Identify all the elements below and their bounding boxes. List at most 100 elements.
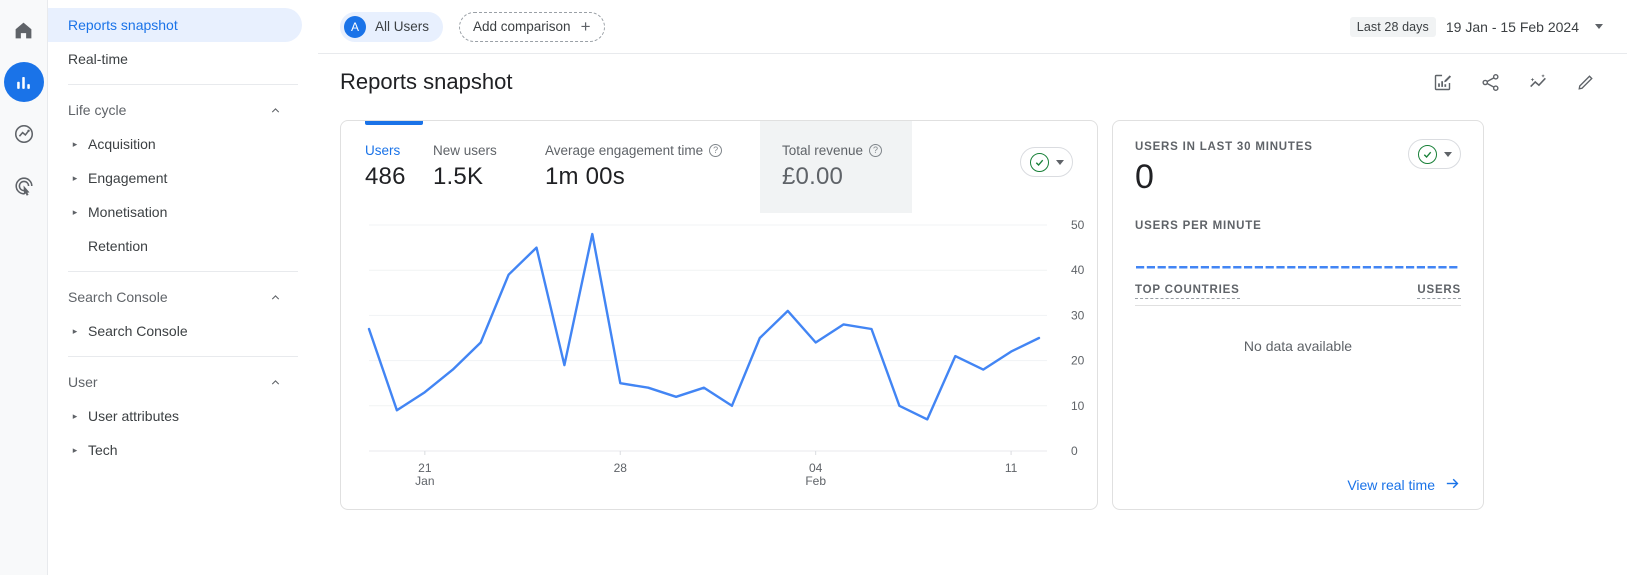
- sidebar-item-label: Engagement: [88, 170, 168, 186]
- sidebar-item-label: Real-time: [68, 51, 128, 67]
- sidebar-item-user-attributes[interactable]: ▸ User attributes: [48, 399, 302, 433]
- metric-tab-total-revenue[interactable]: Total revenue ? £0.00: [760, 121, 912, 213]
- sidebar-section-user[interactable]: User: [48, 365, 302, 399]
- metric-value: 1m 00s: [545, 163, 625, 190]
- metric-label: Total revenue: [782, 143, 864, 158]
- svg-text:30: 30: [1071, 308, 1085, 322]
- nav-divider-2: [68, 271, 298, 272]
- caret-right-icon: ▸: [72, 206, 78, 217]
- svg-text:28: 28: [614, 461, 628, 475]
- metric-label-row: Average engagement time ?: [545, 143, 760, 158]
- chevron-down-icon: [1595, 24, 1603, 29]
- sidebar-item-monetisation[interactable]: ▸ Monetisation: [48, 195, 302, 229]
- svg-text:04: 04: [809, 461, 823, 475]
- sidebar-item-label: Reports snapshot: [68, 17, 178, 33]
- top-countries-table-header: TOP COUNTRIES USERS: [1135, 284, 1461, 307]
- arrow-right-icon: [1444, 475, 1461, 495]
- reports-icon[interactable]: [3, 62, 44, 102]
- metric-label: New users: [433, 143, 497, 158]
- sidebar-item-reports-snapshot[interactable]: Reports snapshot: [48, 8, 302, 42]
- metric-tab-new-users[interactable]: New users 1.5K: [433, 121, 545, 191]
- sidebar-item-search-console[interactable]: ▸ Search Console: [48, 314, 302, 348]
- caret-right-icon: ▸: [72, 172, 78, 183]
- svg-text:Jan: Jan: [415, 474, 434, 488]
- analytics-app: Reports snapshot Real-time Life cycle ▸ …: [0, 0, 1627, 575]
- nav-divider-1: [68, 84, 298, 85]
- audience-chip-all-users[interactable]: A All Users: [340, 11, 444, 42]
- sidebar-section-life-cycle[interactable]: Life cycle: [48, 93, 302, 127]
- home-icon[interactable]: [4, 10, 44, 50]
- realtime-data-quality-badge[interactable]: [1408, 139, 1461, 169]
- sidebar-nav: Reports snapshot Real-time Life cycle ▸ …: [48, 0, 318, 575]
- caret-right-icon: ▸: [72, 325, 78, 336]
- date-preset-badge: Last 28 days: [1349, 16, 1436, 37]
- metric-tab-users[interactable]: Users 486: [341, 121, 433, 191]
- check-circle-icon: [1030, 152, 1049, 172]
- plus-icon: +: [580, 16, 591, 36]
- sidebar-item-label: User attributes: [88, 408, 180, 424]
- customise-report-icon[interactable]: [1425, 65, 1459, 99]
- explore-icon[interactable]: [4, 114, 44, 154]
- svg-text:40: 40: [1071, 263, 1085, 277]
- column-header-country: TOP COUNTRIES: [1135, 284, 1240, 300]
- realtime-card: USERS IN LAST 30 MINUTES 0 USERS PER MIN…: [1112, 120, 1484, 510]
- svg-text:21: 21: [418, 461, 432, 475]
- metric-tab-average-engagement-time[interactable]: Average engagement time ? 1m 00s: [545, 121, 760, 191]
- empty-state-message: No data available: [1243, 338, 1353, 355]
- sidebar-item-real-time[interactable]: Real-time: [48, 42, 302, 76]
- caret-right-icon: ▸: [72, 138, 78, 149]
- data-quality-badge[interactable]: [1020, 147, 1073, 177]
- users-overview-card: Users 486 New users 1.5K Average engagem…: [340, 120, 1098, 510]
- metric-label-row: Total revenue ?: [782, 143, 912, 158]
- sidebar-section-label: Life cycle: [68, 102, 127, 118]
- users-line-chart[interactable]: 0 10 20 30 40 50 21 Jan 28 04 Feb 11: [341, 213, 1097, 509]
- add-comparison-button[interactable]: Add comparison +: [459, 11, 605, 42]
- chevron-down-icon: [1444, 151, 1452, 157]
- sidebar-item-acquisition[interactable]: ▸ Acquisition: [48, 127, 302, 161]
- metric-label: Average engagement time: [545, 143, 704, 158]
- insights-icon[interactable]: [1521, 65, 1555, 99]
- add-comparison-label: Add comparison: [473, 19, 571, 34]
- metric-value: £0.00: [782, 163, 844, 190]
- view-real-time-link[interactable]: View real time: [1347, 475, 1461, 495]
- sidebar-section-search-console[interactable]: Search Console: [48, 280, 302, 314]
- svg-text:10: 10: [1071, 399, 1085, 413]
- main-content: A All Users Add comparison + Last 28 day…: [318, 0, 1627, 575]
- sidebar-section-label: User: [68, 374, 98, 390]
- chevron-down-icon: [1056, 159, 1064, 165]
- caret-right-icon: ▸: [72, 444, 78, 455]
- comparison-toolbar: A All Users Add comparison + Last 28 day…: [318, 0, 1627, 54]
- svg-text:11: 11: [1005, 461, 1018, 475]
- avatar: A: [344, 15, 366, 38]
- help-icon[interactable]: ?: [709, 144, 723, 157]
- users-per-minute-label: USERS PER MINUTE: [1135, 220, 1262, 233]
- sidebar-item-tech[interactable]: ▸ Tech: [48, 433, 302, 467]
- date-range-selector[interactable]: Last 28 days 19 Jan - 15 Feb 2024: [1349, 16, 1603, 37]
- date-range-text: 19 Jan - 15 Feb 2024: [1445, 18, 1579, 35]
- metric-value: 486: [365, 163, 406, 190]
- edit-icon[interactable]: [1569, 65, 1603, 99]
- icon-rail: [0, 0, 48, 575]
- caret-right-icon: ▸: [72, 410, 78, 421]
- sidebar-item-label: Monetisation: [88, 204, 168, 220]
- metric-label: Users: [365, 143, 401, 158]
- audience-chip-label: All Users: [375, 19, 430, 34]
- svg-text:50: 50: [1071, 218, 1085, 232]
- svg-text:0: 0: [1071, 444, 1078, 458]
- sidebar-item-label: Retention: [88, 238, 148, 254]
- sidebar-item-engagement[interactable]: ▸ Engagement: [48, 161, 302, 195]
- chart-canvas: 0 10 20 30 40 50 21Jan 28 04Feb 11: [367, 218, 1085, 488]
- sidebar-section-label: Search Console: [68, 289, 168, 305]
- sidebar-item-label: Acquisition: [88, 136, 156, 152]
- page-header: Reports snapshot: [318, 54, 1627, 110]
- users-per-minute-sparkline: [1135, 256, 1461, 274]
- sidebar-item-retention[interactable]: Retention: [48, 229, 302, 263]
- header-actions: [1425, 65, 1603, 99]
- advertising-icon[interactable]: [4, 166, 44, 206]
- share-icon[interactable]: [1473, 65, 1507, 99]
- column-header-users: USERS: [1417, 284, 1461, 300]
- chevron-up-icon: [269, 291, 282, 304]
- sidebar-item-label: Tech: [88, 442, 118, 458]
- chevron-up-icon: [269, 376, 282, 389]
- help-icon[interactable]: ?: [869, 144, 883, 157]
